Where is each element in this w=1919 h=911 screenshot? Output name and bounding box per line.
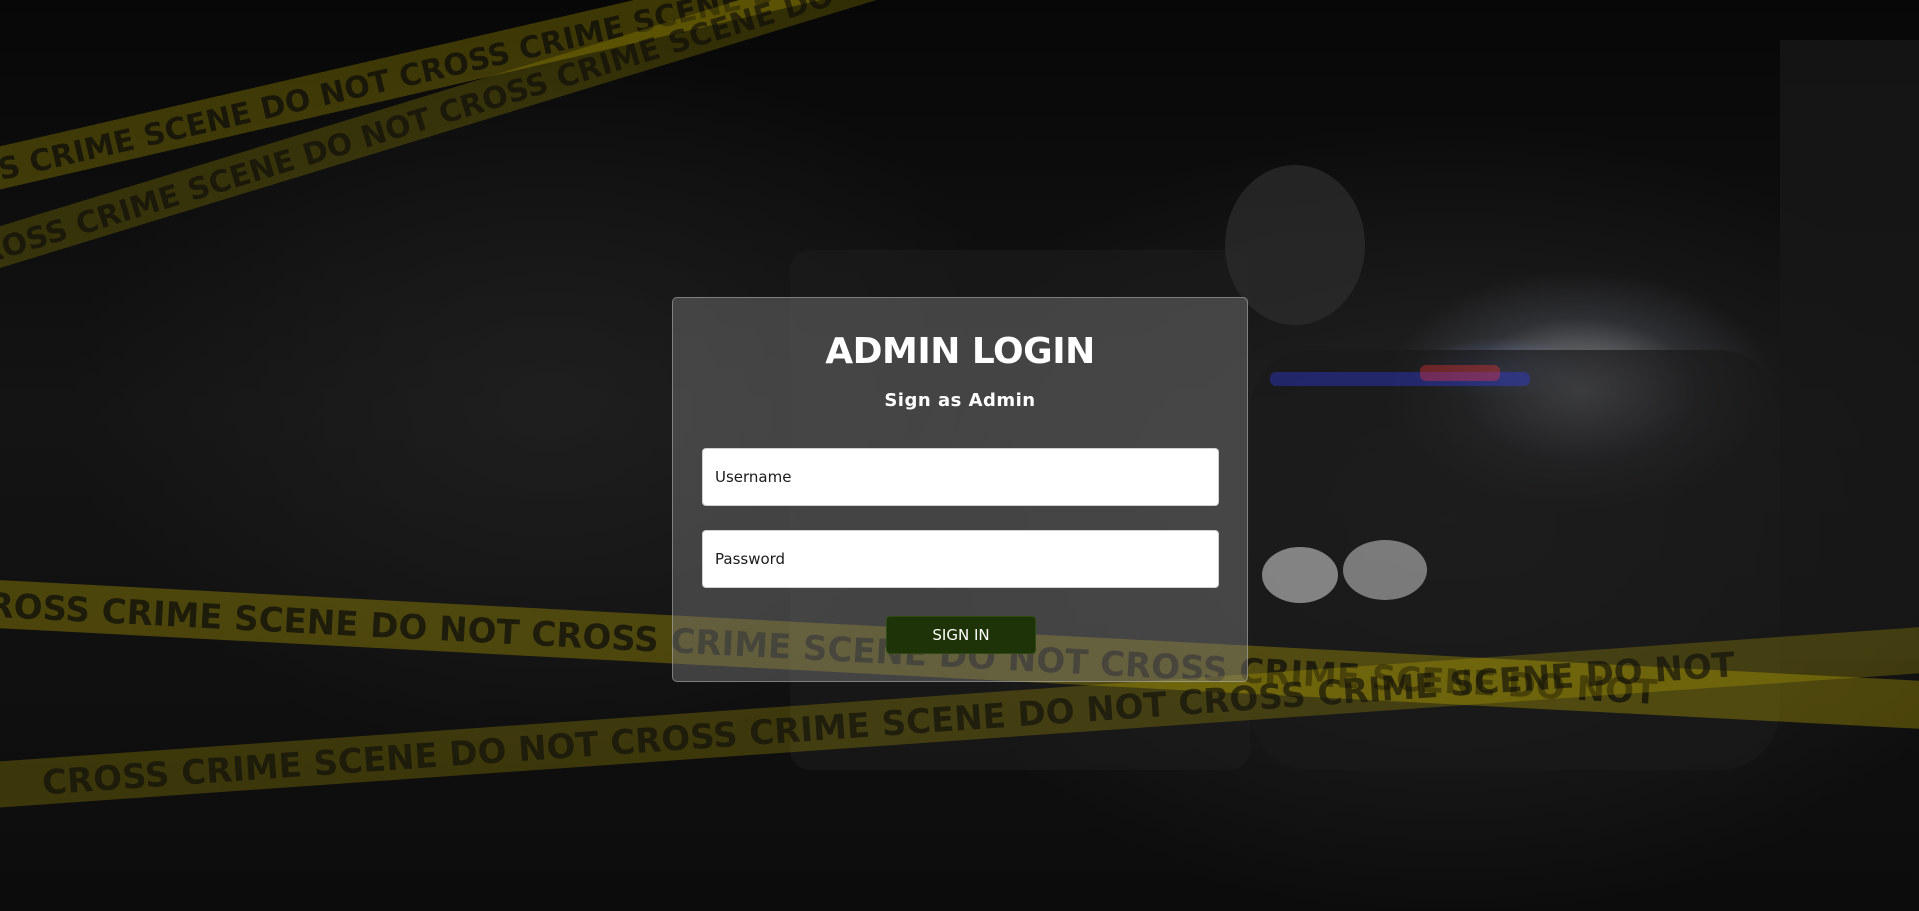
password-input[interactable] [702, 530, 1219, 588]
sign-in-button[interactable]: SIGN IN [886, 616, 1036, 654]
login-card: ADMIN LOGIN Sign as Admin SIGN IN [672, 297, 1248, 682]
login-subtitle: Sign as Admin [884, 390, 1036, 411]
login-title: ADMIN LOGIN [825, 331, 1095, 372]
username-input[interactable] [702, 448, 1219, 506]
